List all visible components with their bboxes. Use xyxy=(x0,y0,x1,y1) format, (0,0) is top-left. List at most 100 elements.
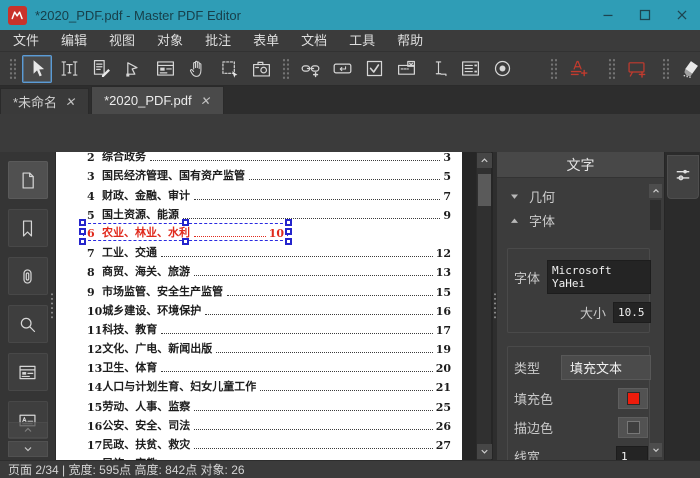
menu-form[interactable]: 表单 xyxy=(242,30,290,52)
select-tool-button[interactable] xyxy=(22,55,52,83)
edit-document-tool-button[interactable] xyxy=(86,55,116,83)
menu-help[interactable]: 帮助 xyxy=(386,30,434,52)
form-fields-icon xyxy=(17,362,38,383)
font-name-input[interactable]: Microsoft YaHei xyxy=(547,260,651,294)
toolbar-grip-handle[interactable] xyxy=(550,58,557,80)
scroll-up-icon[interactable] xyxy=(477,153,492,168)
select-region-tool-button[interactable] xyxy=(214,55,244,83)
sidebar-attachments-panel-button[interactable] xyxy=(8,257,48,295)
menu-document[interactable]: 文档 xyxy=(290,30,338,52)
document-scrollbar[interactable] xyxy=(476,152,491,460)
toc-row[interactable]: 3国民经济管理、国有资产监管5 xyxy=(87,164,451,183)
toc-number: 4 xyxy=(87,190,102,203)
document-page[interactable]: 2综合政务33国民经济管理、国有资产监管54财政、金融、审计75国土资源、能源9… xyxy=(56,152,462,460)
toc-number: 13 xyxy=(87,362,102,375)
fill-color-button[interactable] xyxy=(618,388,648,409)
close-button[interactable] xyxy=(663,0,700,30)
selection-handle[interactable] xyxy=(285,238,292,245)
section-font[interactable]: 字体 xyxy=(507,208,650,232)
add-signature-field-button[interactable] xyxy=(423,55,453,83)
toc-row[interactable]: 11科技、教育17 xyxy=(87,318,451,337)
scroll-down-icon[interactable] xyxy=(477,444,492,459)
panel-scrollbar[interactable] xyxy=(649,184,662,457)
minimize-button[interactable] xyxy=(589,0,626,30)
toolbar-grip-handle[interactable] xyxy=(662,58,669,80)
add-checkbox-button[interactable] xyxy=(359,55,389,83)
add-text-field-button[interactable] xyxy=(327,55,357,83)
toolbar-grip-handle[interactable] xyxy=(608,58,615,80)
edit-text-tool-button[interactable] xyxy=(54,55,84,83)
toc-row[interactable]: 5国土资源、能源9 xyxy=(87,203,451,222)
sidebar-resize-handle[interactable] xyxy=(50,292,54,320)
radio-icon xyxy=(492,58,513,79)
toc-row[interactable]: 8商贸、海关、旅游13 xyxy=(87,260,451,279)
sidebar-form-fields-panel-button[interactable] xyxy=(8,353,48,391)
font-size-input[interactable]: 10.5 xyxy=(613,302,651,323)
dot-leader xyxy=(194,429,432,430)
hand-tool-button[interactable] xyxy=(182,55,212,83)
edit-path-tool-button[interactable] xyxy=(118,55,148,83)
menu-view[interactable]: 视图 xyxy=(98,30,146,52)
panel-scrollbar-thumb[interactable] xyxy=(650,200,661,230)
sidebar-scroll-down-button[interactable] xyxy=(8,441,48,457)
toc-row[interactable]: 12文化、广电、新闻出版19 xyxy=(87,337,451,356)
panel-scroll-up-icon[interactable] xyxy=(649,184,662,198)
toc-row[interactable]: 4财政、金融、审计7 xyxy=(87,183,451,202)
menu-edit[interactable]: 编辑 xyxy=(50,30,98,52)
sidebar-bookmarks-panel-button[interactable] xyxy=(8,209,48,247)
sidebar-pages-panel-button[interactable] xyxy=(8,161,48,199)
add-text-annotation-button[interactable] xyxy=(563,55,593,83)
document-scrollbar-thumb[interactable] xyxy=(478,174,491,206)
tab-close-icon[interactable]: ✕ xyxy=(199,94,212,108)
menu-comment[interactable]: 批注 xyxy=(194,30,242,52)
selection-handle[interactable] xyxy=(285,228,292,235)
toc-row[interactable]: 17民政、扶贫、救灾27 xyxy=(87,433,451,452)
sidebar-scroll-up-button[interactable] xyxy=(8,422,48,438)
selection-handle[interactable] xyxy=(285,219,292,226)
toc-row[interactable]: 18民族、宗教28 xyxy=(87,452,451,460)
selection-handle[interactable] xyxy=(79,228,86,235)
type-dropdown[interactable]: 填充文本 xyxy=(561,355,651,380)
toc-row[interactable]: 13卫生、体育20 xyxy=(87,356,451,375)
toc-row[interactable]: 10城乡建设、环境保护16 xyxy=(87,299,451,318)
toolbar-grip-handle[interactable] xyxy=(282,58,289,80)
properties-panel-tab[interactable] xyxy=(667,155,699,199)
edit-forms-tool-button[interactable] xyxy=(150,55,180,83)
maximize-button[interactable] xyxy=(626,0,663,30)
toc-row[interactable]: 2综合政务3 xyxy=(87,152,451,164)
panel-scroll-down-icon[interactable] xyxy=(649,443,662,457)
menu-object[interactable]: 对象 xyxy=(146,30,194,52)
tab-2020-pdf[interactable]: *2020_PDF.pdf✕ xyxy=(91,86,224,114)
toc-row[interactable]: 6农业、林业、水利10 xyxy=(87,222,451,241)
toolbar-grip-handle[interactable] xyxy=(9,58,16,80)
toc-title: 综合政务 xyxy=(102,152,146,164)
selection-handle[interactable] xyxy=(79,238,86,245)
snapshot-tool-button[interactable] xyxy=(246,55,276,83)
tab-close-icon[interactable]: ✕ xyxy=(65,95,78,109)
toc-page-number: 5 xyxy=(443,170,451,183)
dot-leader xyxy=(161,333,432,334)
toc-row[interactable]: 16公安、安全、司法26 xyxy=(87,414,451,433)
section-geometry[interactable]: 几何 xyxy=(507,184,650,208)
stroke-color-button[interactable] xyxy=(618,417,648,438)
line-width-input[interactable]: 1 xyxy=(616,446,648,460)
toc-row[interactable]: 7工业、交通12 xyxy=(87,241,451,260)
selection-handle[interactable] xyxy=(182,219,189,226)
tab-untitled[interactable]: *未命名✕ xyxy=(0,88,89,114)
menu-file[interactable]: 文件 xyxy=(2,30,50,52)
selection-handle[interactable] xyxy=(182,238,189,245)
add-radio-button[interactable] xyxy=(487,55,517,83)
menu-tools[interactable]: 工具 xyxy=(338,30,386,52)
add-link-button[interactable] xyxy=(295,55,325,83)
toc-row[interactable]: 9市场监管、安全生产监管15 xyxy=(87,279,451,298)
document-viewport: 2综合政务33国民经济管理、国有资产监管54财政、金融、审计75国土资源、能源9… xyxy=(56,152,493,460)
highlighter-tool-button[interactable] xyxy=(675,55,700,83)
selected-text-object[interactable]: 6农业、林业、水利10 xyxy=(83,223,288,241)
add-sticky-note-button[interactable] xyxy=(621,55,651,83)
add-list-field-button[interactable] xyxy=(455,55,485,83)
selection-handle[interactable] xyxy=(79,219,86,226)
add-combobox-button[interactable] xyxy=(391,55,421,83)
toc-row[interactable]: 15劳动、人事、监察25 xyxy=(87,394,451,413)
sidebar-search-panel-button[interactable] xyxy=(8,305,48,343)
toc-row[interactable]: 14人口与计划生育、妇女儿童工作21 xyxy=(87,375,451,394)
